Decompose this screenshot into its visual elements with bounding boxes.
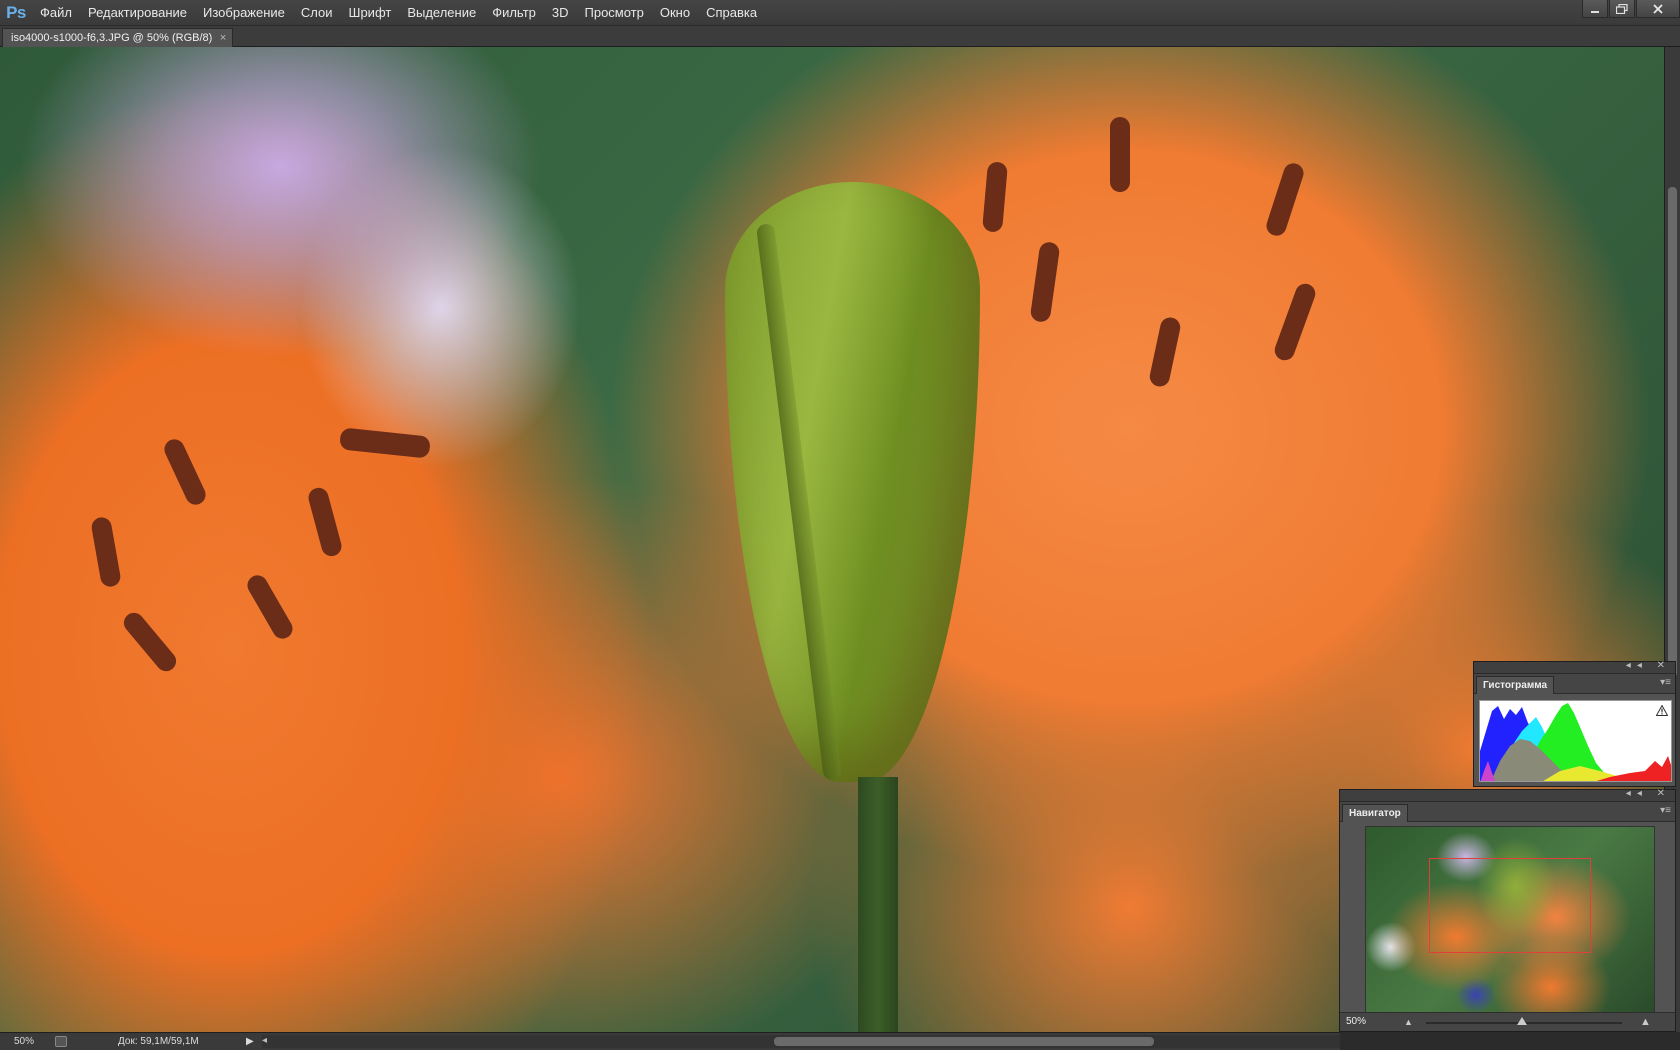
photo-anther: [243, 571, 297, 643]
menu-filter[interactable]: Фильтр: [484, 0, 544, 26]
menu-image[interactable]: Изображение: [195, 0, 293, 26]
restore-icon: [1616, 3, 1628, 14]
navigator-tab-row: Навигатор ▾≡: [1340, 802, 1675, 822]
photo-anther: [1147, 315, 1183, 389]
navigator-zoom-slider[interactable]: [1426, 1017, 1622, 1025]
restore-button[interactable]: [1609, 0, 1635, 18]
status-bar: 50% Док: 59,1M/59,1M ▶ ◂: [0, 1032, 1340, 1050]
document-tab-title: iso4000-s1000-f6,3.JPG @ 50% (RGB/8): [11, 32, 213, 44]
navigator-view-frame[interactable]: [1429, 858, 1591, 953]
navigator-panel-menu[interactable]: ▾≡: [1660, 805, 1671, 816]
histogram-panel: ◂◂ ✕ Гистограмма ▾≡: [1473, 660, 1676, 787]
minimize-icon: [1591, 10, 1599, 13]
status-menu-arrow[interactable]: ▶: [246, 1033, 254, 1050]
histogram-tab-row: Гистограмма ▾≡: [1474, 674, 1675, 694]
navigator-panel-collapse[interactable]: ◂◂ ✕: [1626, 788, 1671, 799]
document-tab[interactable]: iso4000-s1000-f6,3.JPG @ 50% (RGB/8) ×: [2, 28, 234, 47]
status-zoom-level[interactable]: 50%: [14, 1033, 34, 1050]
document-tab-bar: iso4000-s1000-f6,3.JPG @ 50% (RGB/8) ×: [0, 26, 1680, 47]
photo-anther: [339, 427, 431, 459]
photo-anther: [981, 161, 1009, 233]
menu-view[interactable]: Просмотр: [577, 0, 652, 26]
menu-window[interactable]: Окно: [652, 0, 698, 26]
navigator-thumbnail[interactable]: [1365, 826, 1655, 1018]
histogram-panel-menu[interactable]: ▾≡: [1660, 677, 1671, 688]
photo-stem: [858, 777, 898, 1032]
horizontal-scrollbar[interactable]: ◂: [262, 1035, 1340, 1048]
menu-select[interactable]: Выделение: [399, 0, 484, 26]
navigator-controls: 50% ▲ ▲: [1340, 1012, 1675, 1031]
scroll-left-arrow[interactable]: ◂: [262, 1032, 267, 1049]
photoshop-logo[interactable]: Ps: [0, 0, 32, 26]
photo-anther: [1271, 280, 1319, 364]
tab-close-icon[interactable]: ×: [220, 29, 226, 47]
histogram-panel-header: ◂◂ ✕: [1474, 660, 1675, 674]
menu-3d[interactable]: 3D: [544, 0, 577, 26]
menu-file[interactable]: Файл: [32, 0, 80, 26]
proof-icon[interactable]: [55, 1036, 67, 1047]
close-button[interactable]: [1636, 0, 1680, 18]
vertical-scroll-thumb[interactable]: [1668, 187, 1677, 677]
menu-help[interactable]: Справка: [698, 0, 765, 26]
window-controls: [1581, 0, 1680, 20]
zoom-in-icon[interactable]: ▲: [1640, 1013, 1651, 1031]
photo-anther: [90, 515, 122, 589]
photo-anther: [1110, 117, 1130, 192]
menu-edit[interactable]: Редактирование: [80, 0, 195, 26]
photo-anther: [1263, 160, 1307, 239]
zoom-out-icon[interactable]: ▲: [1404, 1013, 1413, 1031]
navigator-panel-header: ◂◂ ✕: [1340, 788, 1675, 802]
navigator-zoom-slider-knob[interactable]: [1517, 1017, 1527, 1025]
tab-navigator[interactable]: Навигатор: [1342, 804, 1408, 822]
navigator-panel: ◂◂ ✕ Навигатор ▾≡ 50% ▲ ▲: [1339, 788, 1676, 1032]
photo-anther: [119, 608, 181, 676]
close-icon: [1653, 3, 1663, 14]
status-doc-size: Док: 59,1M/59,1M: [118, 1036, 199, 1047]
warning-icon[interactable]: [1656, 705, 1668, 716]
photo-anther: [1029, 240, 1061, 324]
photo-anther: [306, 485, 344, 559]
tab-histogram[interactable]: Гистограмма: [1476, 676, 1555, 694]
navigator-zoom-value[interactable]: 50%: [1346, 1013, 1366, 1031]
minimize-button[interactable]: [1582, 0, 1608, 18]
menu-bar: Ps Файл Редактирование Изображение Слои …: [0, 0, 1680, 26]
histogram-chart: [1480, 703, 1671, 781]
horizontal-scroll-thumb[interactable]: [774, 1037, 1154, 1046]
menu-type[interactable]: Шрифт: [341, 0, 400, 26]
histogram-graph: [1479, 700, 1672, 782]
photo-anther: [161, 436, 209, 508]
menu-layers[interactable]: Слои: [293, 0, 341, 26]
histogram-panel-collapse[interactable]: ◂◂ ✕: [1626, 660, 1671, 671]
